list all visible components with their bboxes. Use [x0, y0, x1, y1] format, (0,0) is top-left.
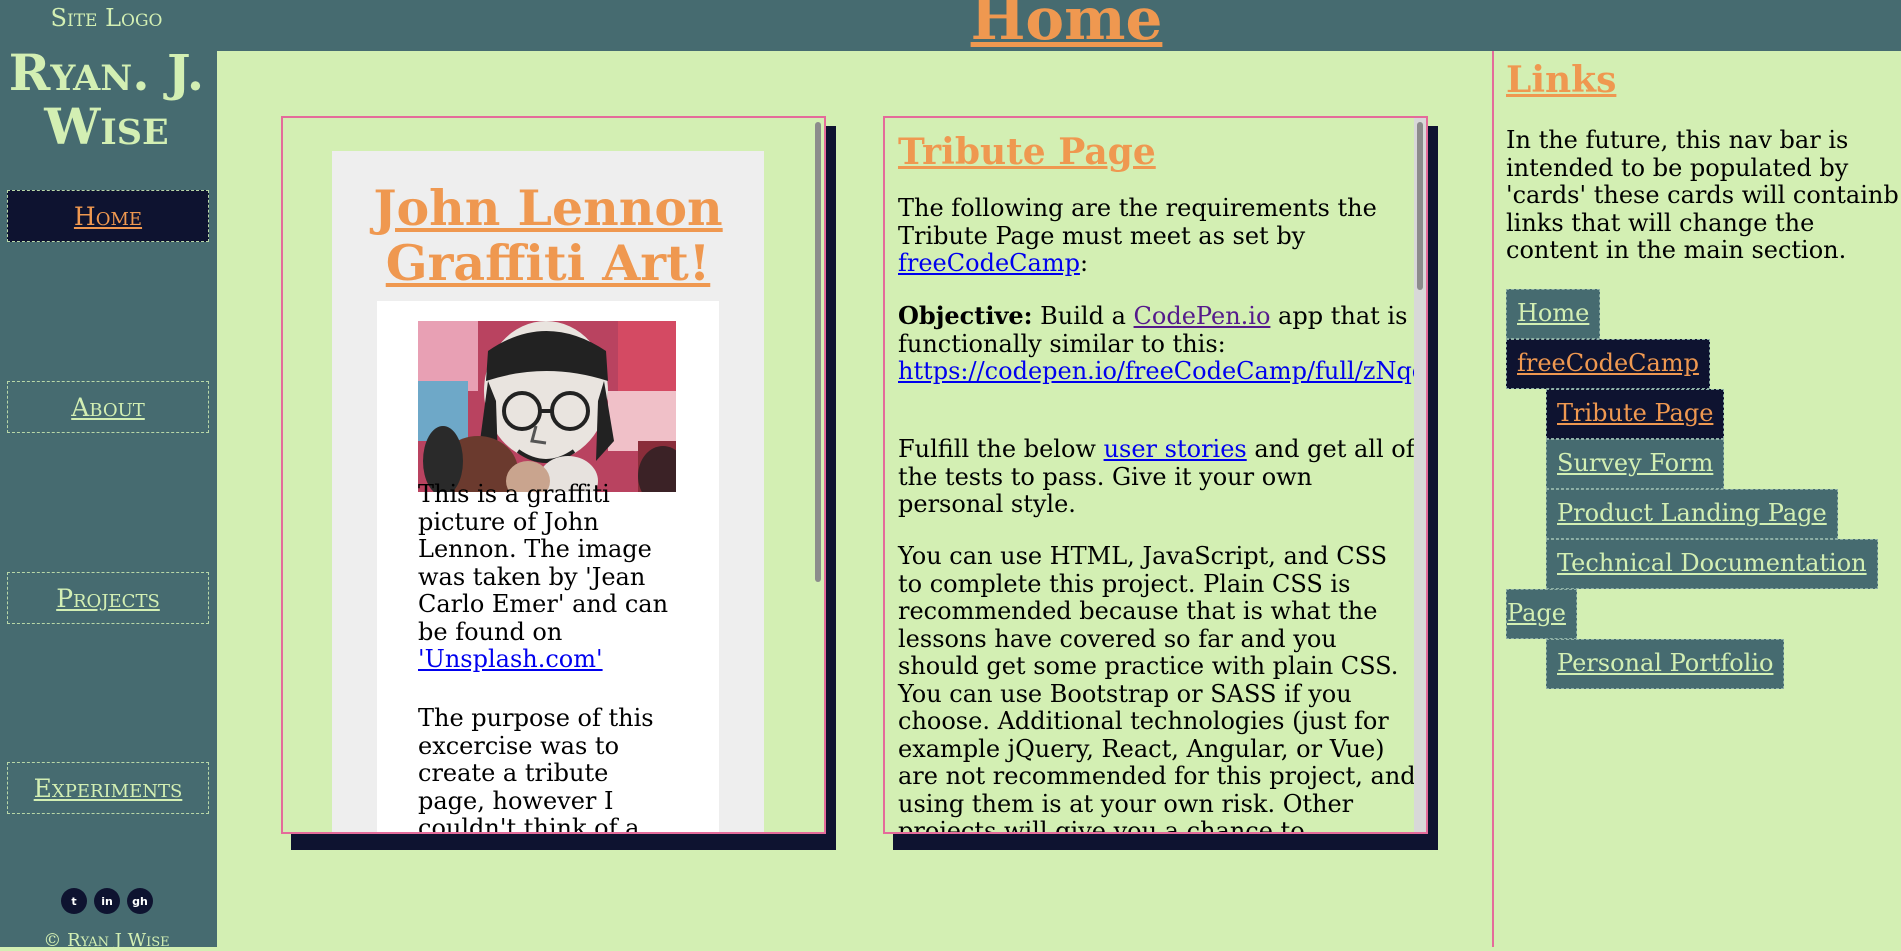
- nav-home[interactable]: Home: [7, 190, 209, 242]
- tribute-p2-text: Build a: [1032, 302, 1134, 330]
- link-card-product-landing-page[interactable]: Product Landing Page: [1546, 489, 1838, 539]
- lennon-scroll-thumb[interactable]: [815, 122, 821, 582]
- lennon-paragraph-1-text: This is a graffiti picture of John Lenno…: [418, 480, 669, 646]
- tribute-paragraph-3: Fulfill the below user stories and get a…: [898, 435, 1418, 519]
- nav-projects[interactable]: Projects: [7, 572, 209, 624]
- twitter-icon[interactable]: t: [61, 888, 87, 914]
- link-card-personal-portfolio[interactable]: Personal Portfolio: [1546, 639, 1785, 689]
- link-card-tribute-page[interactable]: Tribute Page: [1546, 389, 1725, 439]
- lennon-title: John Lennon Graffiti Art!: [373, 179, 723, 292]
- copyright: © Ryan J Wise: [43, 930, 170, 951]
- lennon-content: This is a graffiti picture of John Lenno…: [377, 301, 719, 834]
- lennon-scrollbar[interactable]: [812, 118, 824, 832]
- site-logo: Site Logo: [50, 4, 163, 32]
- tribute-title: Tribute Page: [898, 131, 1156, 173]
- page-title: Home: [970, 0, 1163, 53]
- codepen-link[interactable]: CodePen.io: [1134, 302, 1271, 330]
- sidebar: Site Logo Ryan. J. Wise Home About Proje…: [0, 0, 217, 951]
- lennon-paragraph-2: The purpose of this excercise was to cre…: [418, 704, 654, 834]
- freecodecamp-link[interactable]: freeCodeCamp: [898, 249, 1080, 277]
- codepen-example-url: https://codepen.io/freeCodeCamp/full/zNq…: [898, 357, 1428, 385]
- header-bar: Home: [0, 0, 1901, 51]
- tribute-paragraph-4: You can use HTML, JavaScript, and CSS to…: [898, 542, 1416, 834]
- codepen-example-link[interactable]: https://codepen.io/freeCodeCamp/full/zNq…: [898, 357, 1428, 385]
- user-stories-link[interactable]: user stories: [1104, 435, 1247, 463]
- github-icon[interactable]: gh: [127, 888, 153, 914]
- card-lennon[interactable]: John Lennon Graffiti Art! This is a graf…: [281, 116, 826, 834]
- link-card-home[interactable]: Home: [1506, 289, 1601, 339]
- tribute-scrollbar[interactable]: [1414, 118, 1426, 832]
- links-intro: In the future, this nav bar is intended …: [1506, 126, 1899, 264]
- social-links: t in gh: [61, 888, 153, 914]
- lennon-panel: John Lennon Graffiti Art! This is a graf…: [332, 151, 764, 834]
- links-title: Links: [1506, 59, 1617, 101]
- link-card-technical-documentation-page[interactable]: Page: [1506, 589, 1577, 639]
- linkedin-icon[interactable]: in: [94, 888, 120, 914]
- nav-experiments[interactable]: Experiments: [7, 762, 209, 814]
- site-name: Ryan. J. Wise: [8, 43, 205, 156]
- link-card-technical-documentation[interactable]: Technical Documentation: [1546, 539, 1878, 589]
- links-sidebar: Links In the future, this nav bar is int…: [1492, 51, 1901, 947]
- lennon-paragraph-1: This is a graffiti picture of John Lenno…: [418, 480, 678, 674]
- tribute-paragraph-2: Objective: Build a CodePen.io app that i…: [898, 301, 1426, 386]
- tribute-paragraph-1: The following are the requirements the T…: [898, 194, 1418, 278]
- link-card-freecodecamp[interactable]: freeCodeCamp: [1506, 339, 1710, 389]
- tribute-scroll-thumb[interactable]: [1417, 122, 1423, 290]
- card-tribute[interactable]: Tribute Page The following are the requi…: [883, 116, 1428, 834]
- unsplash-link[interactable]: 'Unsplash.com': [418, 645, 603, 673]
- tribute-p3-text: Fulfill the below: [898, 435, 1104, 463]
- tribute-p1-post: :: [1079, 249, 1089, 277]
- objective-label: Objective:: [898, 301, 1033, 330]
- nav-about[interactable]: About: [7, 381, 209, 433]
- tribute-p1-text: The following are the requirements the T…: [898, 194, 1377, 250]
- link-card-survey-form[interactable]: Survey Form: [1546, 439, 1725, 489]
- lennon-graffiti-image: [418, 321, 676, 492]
